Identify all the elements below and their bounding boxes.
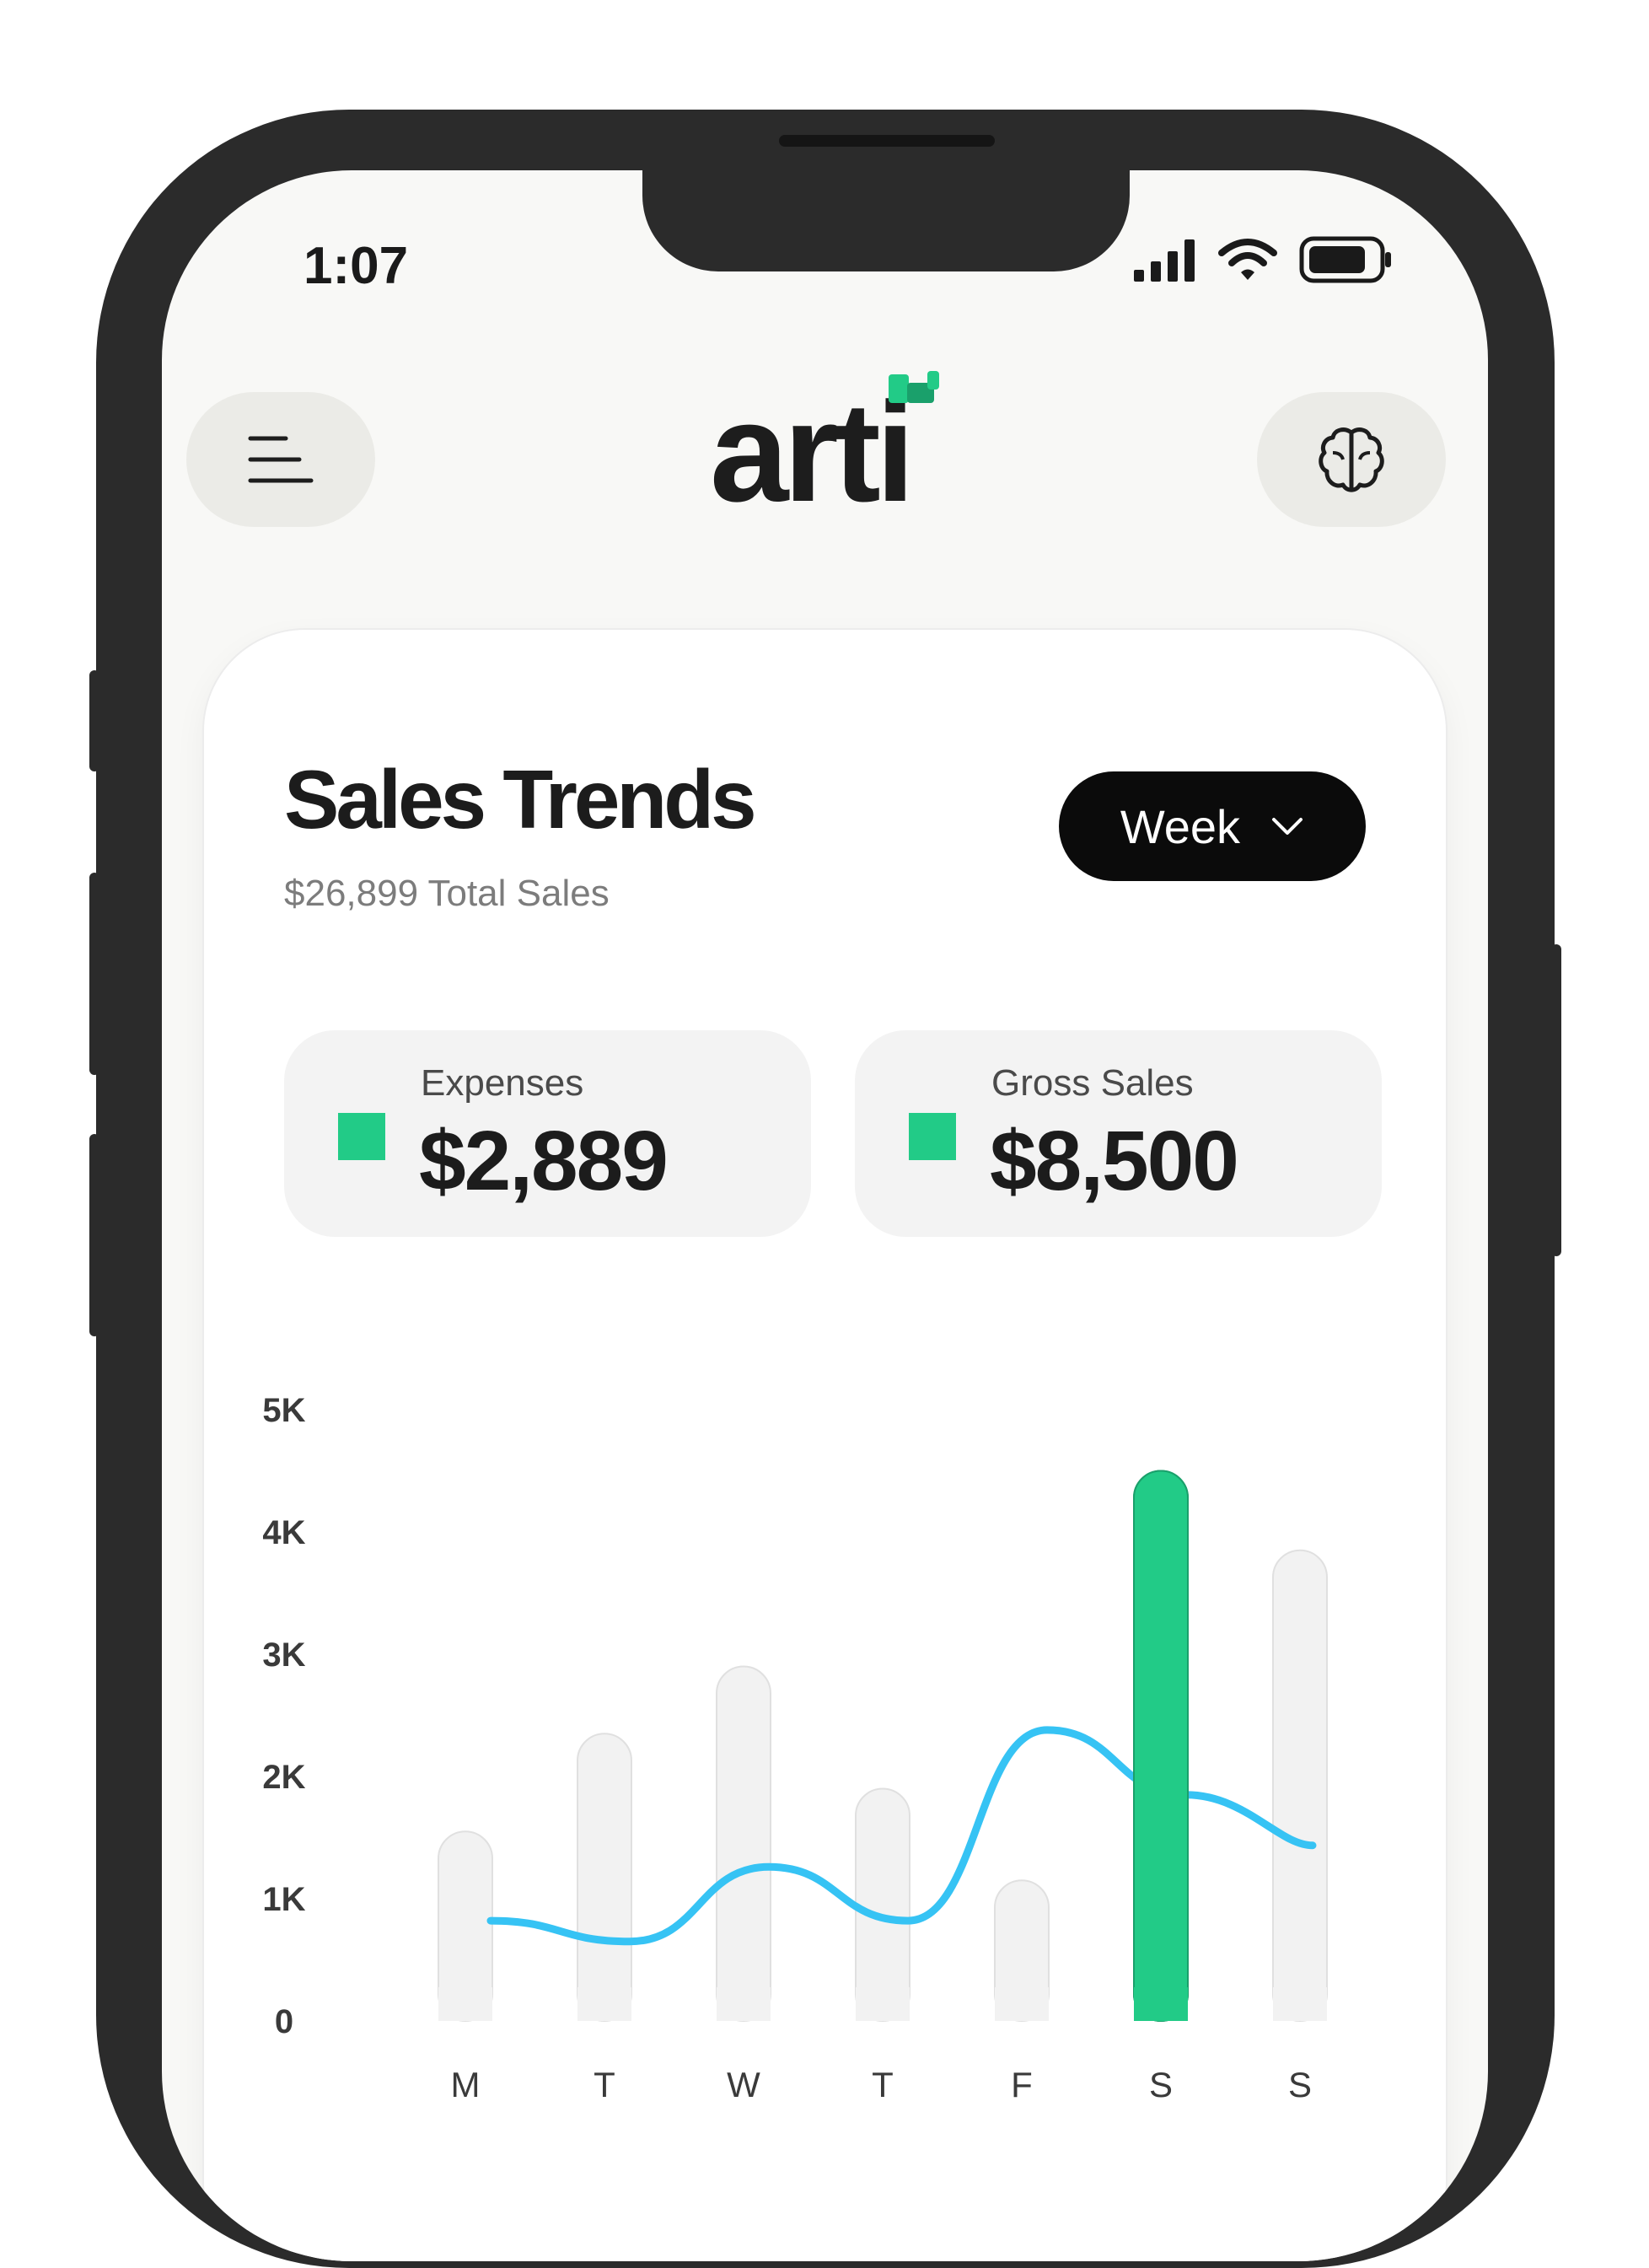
x-tick-label: T <box>872 2065 894 2104</box>
logo-text: arti <box>710 373 915 531</box>
phone-screen: 1:07 arti Sales Trends $26,899 Total Sal… <box>162 170 1488 2261</box>
bar-base <box>995 1987 1049 2021</box>
y-tick-label: 3K <box>262 1637 305 1674</box>
status-time: 1:07 <box>303 237 409 295</box>
y-tick-label: 5K <box>262 1392 305 1429</box>
y-tick-label: 1K <box>262 1881 305 1918</box>
bar-base <box>1134 1987 1188 2021</box>
bar-base <box>717 1987 771 2021</box>
bar <box>1272 1549 1328 2022</box>
x-tick-label: F <box>1011 2065 1033 2104</box>
x-tick-label: S <box>1288 2065 1312 2104</box>
y-tick-label: 0 <box>275 2003 293 2040</box>
signal-icon <box>1134 239 1195 282</box>
bar <box>716 1665 771 2022</box>
x-tick-label: M <box>451 2065 481 2104</box>
x-tick-label: S <box>1149 2065 1173 2104</box>
x-tick-label: W <box>727 2065 760 2104</box>
sales-trends-card: Sales Trends $26,899 Total Sales Week Ex… <box>204 630 1446 2261</box>
x-tick-label: T <box>594 2065 615 2104</box>
status-icons <box>1132 236 1394 283</box>
menu-button[interactable] <box>186 392 375 527</box>
ai-brain-button[interactable] <box>1257 392 1446 527</box>
bar-base <box>856 1987 910 2021</box>
app-logo: arti <box>710 371 939 523</box>
y-tick-label: 2K <box>262 1759 305 1796</box>
bar-highlighted-front <box>1133 1470 1189 2022</box>
y-tick-label: 4K <box>262 1514 305 1551</box>
bar <box>855 1787 910 2022</box>
battery-icon <box>1299 236 1391 283</box>
bar <box>577 1733 632 2022</box>
speaker <box>779 135 995 147</box>
logo-leaf-icon <box>889 371 939 403</box>
wifi-icon <box>1218 239 1277 280</box>
notch <box>642 170 1130 271</box>
bar-base <box>438 1987 492 2021</box>
bar-base <box>1273 1987 1327 2021</box>
sales-chart: 0 1K 2K 3K 4K 5K M T W T F S S <box>262 1392 1328 2104</box>
brain-icon <box>1319 427 1384 492</box>
bar-base <box>577 1987 631 2021</box>
menu-icon <box>248 436 314 483</box>
phone-frame: 1:07 arti Sales Trends $26,899 Total Sal… <box>96 110 1555 2268</box>
